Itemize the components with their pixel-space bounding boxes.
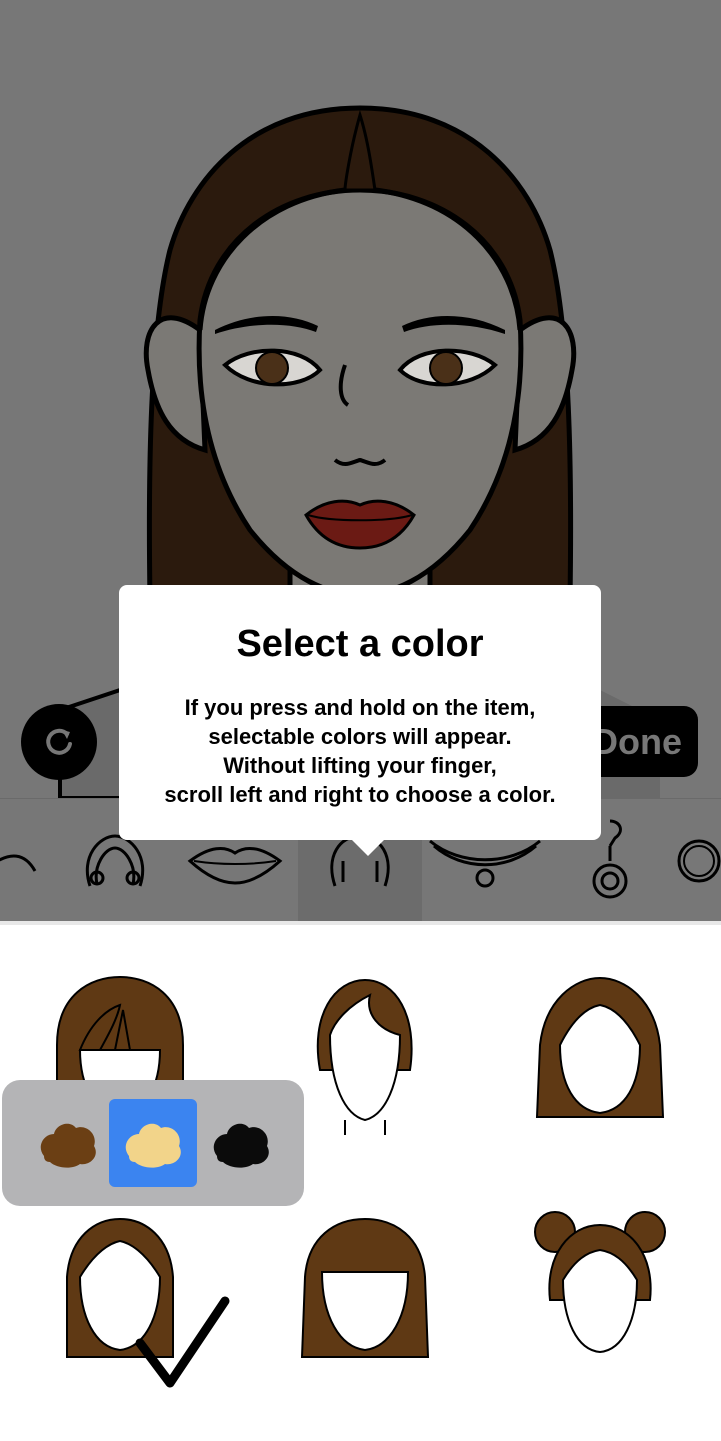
rotate-icon: [46, 728, 72, 755]
tooltip-title: Select a color: [236, 623, 484, 665]
tooltip-line: Without lifting your finger,: [223, 753, 497, 778]
hair-style-short-side-part[interactable]: [290, 975, 440, 1135]
hair-thumbnail: [300, 1217, 430, 1358]
tooltip-line: scroll left and right to choose a color.: [164, 782, 556, 807]
tooltip-line: If you press and hold on the item,: [184, 695, 536, 720]
hair-thumbnail: [534, 1211, 666, 1354]
black-blob-icon: [213, 1123, 269, 1168]
eyebrow-icon: [0, 854, 37, 872]
color-picker: [2, 1080, 304, 1206]
tooltip-line: selectable colors will appear.: [208, 724, 512, 749]
hair-style-center-part-medium[interactable]: [525, 975, 675, 1135]
rotate-button[interactable]: [21, 704, 97, 780]
ring-icon: [677, 839, 721, 882]
color-swatch-brown[interactable]: [24, 1099, 112, 1187]
done-label: Done: [592, 720, 682, 762]
tooltip-body: If you press and hold on the item, selec…: [139, 693, 581, 809]
category-eyebrow[interactable]: [0, 799, 60, 922]
hair-thumbnail: [535, 976, 665, 1118]
color-swatch-black[interactable]: [197, 1099, 285, 1187]
blonde-blob-icon: [125, 1123, 181, 1168]
color-swatch-blonde[interactable]: [109, 1099, 197, 1187]
hair-thumbnail: [316, 978, 413, 1135]
category-ring[interactable]: [665, 799, 721, 922]
select-color-tooltip: Select a color If you press and hold on …: [119, 585, 601, 856]
hair-style-blunt-bangs[interactable]: [290, 1217, 440, 1377]
brown-blob-icon: [40, 1123, 96, 1168]
checkmark-icon: [135, 1296, 230, 1388]
hair-style-space-buns[interactable]: [525, 1210, 675, 1370]
